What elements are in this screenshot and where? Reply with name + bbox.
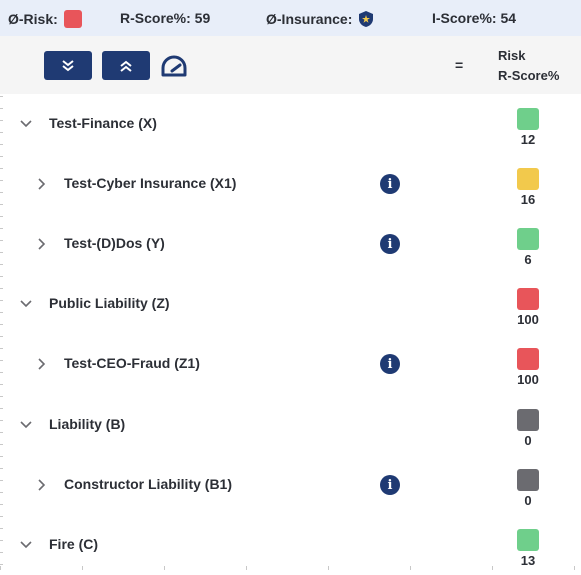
avg-insurance-label: Ø-Insurance: (266, 11, 353, 27)
risk-column-header[interactable]: Risk R-Score% (498, 46, 559, 86)
r-score-value: 6 (524, 252, 532, 267)
i-score-summary: I-Score%: 54 (432, 10, 516, 26)
info-icon[interactable]: i (380, 354, 400, 374)
chevron-right-icon[interactable] (36, 358, 48, 370)
gauge-icon[interactable] (160, 53, 188, 79)
tree-row[interactable]: Liability (B) 0 (0, 395, 581, 455)
risk-header-line1: Risk (498, 48, 526, 63)
tree-row[interactable]: Fire (C) 13 (0, 515, 581, 575)
r-score-value: 0 (524, 433, 532, 448)
chevron-right-icon[interactable] (36, 479, 48, 491)
tree-toolbar (0, 36, 581, 94)
info-icon[interactable]: i (380, 174, 400, 194)
row-label[interactable]: Fire (C) (49, 536, 98, 552)
r-score-value: 16 (520, 192, 536, 207)
double-chevron-up-icon (120, 60, 132, 72)
equals-sign: = (455, 57, 464, 73)
tree-row[interactable]: Constructor Liability (B1) i 0 (0, 455, 581, 515)
row-label[interactable]: Test-CEO-Fraud (Z1) (64, 355, 200, 371)
risk-color-box (517, 529, 539, 551)
row-label[interactable]: Constructor Liability (B1) (64, 476, 232, 492)
chevron-down-icon[interactable] (20, 118, 32, 130)
avg-risk-swatch (63, 10, 82, 28)
avg-insurance: Ø-Insurance: (266, 10, 374, 28)
tree-row[interactable]: Public Liability (Z) 100 (0, 274, 581, 334)
avg-risk: Ø-Risk: (8, 10, 82, 28)
double-chevron-down-icon (62, 59, 74, 71)
r-score-value: 13 (520, 553, 536, 568)
expand-all-button[interactable] (102, 51, 150, 80)
chevron-down-icon[interactable] (20, 539, 32, 551)
r-score-label: R-Score%: 59 (120, 10, 211, 26)
i-score-label: I-Score%: 54 (432, 10, 517, 26)
risk-color-box (517, 108, 539, 130)
info-icon[interactable]: i (380, 475, 400, 495)
row-label[interactable]: Liability (B) (49, 416, 125, 432)
chevron-right-icon[interactable] (36, 178, 48, 190)
r-score-value: 100 (517, 312, 539, 327)
chevron-down-icon[interactable] (20, 298, 32, 310)
avg-risk-label: Ø-Risk: (8, 11, 58, 27)
risk-color-box (517, 168, 539, 190)
risk-color-box (517, 288, 539, 310)
tree-row[interactable]: Test-(D)Dos (Y) i 6 (0, 214, 581, 274)
info-icon[interactable]: i (380, 234, 400, 254)
collapse-all-button[interactable] (44, 51, 92, 80)
summary-bar: Ø-Risk: R-Score%: 59 Ø-Insurance: I-Scor… (0, 0, 581, 36)
r-score-value: 0 (524, 493, 532, 508)
r-score-summary: R-Score%: 59 (120, 10, 210, 26)
risk-color-box (517, 469, 539, 491)
row-label[interactable]: Test-(D)Dos (Y) (64, 235, 165, 251)
risk-color-box (517, 228, 539, 250)
row-label[interactable]: Test-Cyber Insurance (X1) (64, 175, 236, 191)
tree-row[interactable]: Test-Finance (X) 12 (0, 94, 581, 154)
risk-header-line2: R-Score% (498, 68, 560, 83)
row-label[interactable]: Test-Finance (X) (49, 115, 157, 131)
r-score-value: 12 (520, 132, 536, 147)
tree-row[interactable]: Test-CEO-Fraud (Z1) i 100 (0, 334, 581, 394)
chevron-right-icon[interactable] (36, 238, 48, 250)
shield-icon (359, 11, 374, 27)
tree-row[interactable]: Test-Cyber Insurance (X1) i 16 (0, 154, 581, 214)
row-label[interactable]: Public Liability (Z) (49, 295, 170, 311)
risk-color-box (517, 409, 539, 431)
risk-color-box (517, 348, 539, 370)
chevron-down-icon[interactable] (20, 419, 32, 431)
r-score-value: 100 (517, 372, 539, 387)
